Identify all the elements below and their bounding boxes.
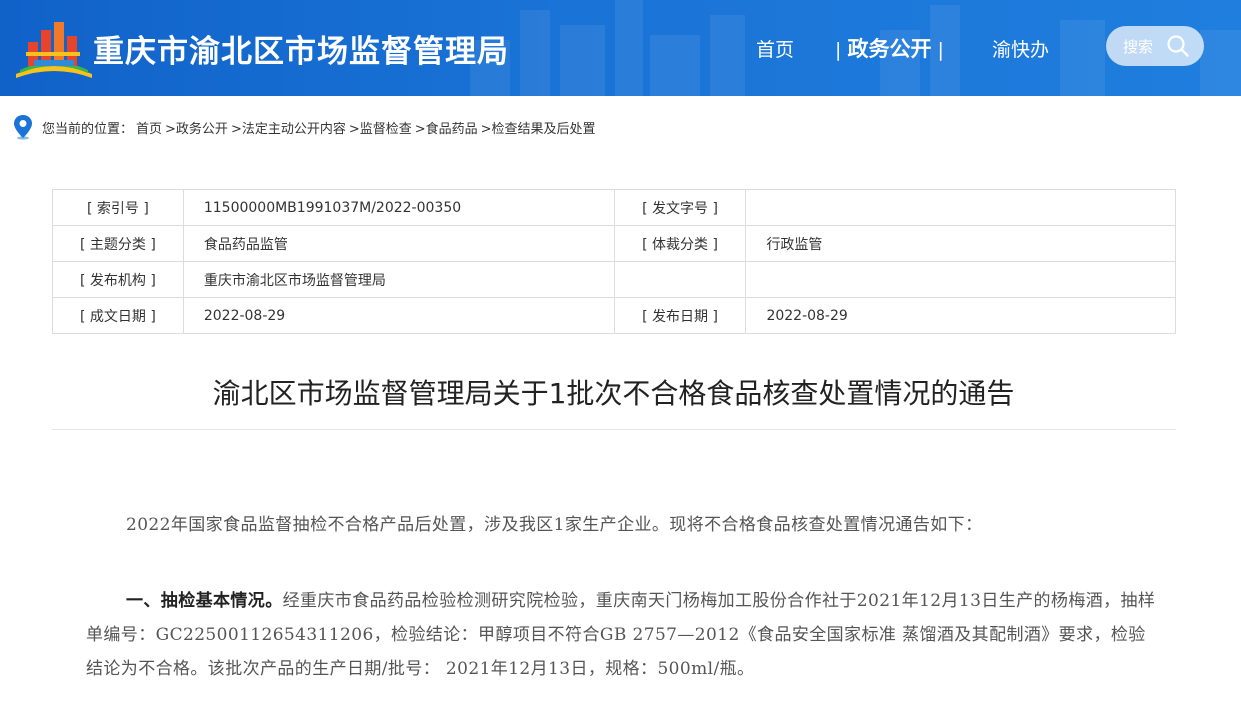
table-row: [ 索引号 ] 11500000MB1991037M/2022-00350 [ … xyxy=(52,189,1176,226)
section-heading: 一、抽检基本情况。 xyxy=(126,591,283,611)
meta-key: [ 体裁分类 ] xyxy=(613,225,747,262)
breadcrumb-gov-affairs[interactable]: >政务公开 xyxy=(165,118,228,137)
nav-home[interactable]: 首页 xyxy=(756,35,794,62)
meta-value: 2022-08-29 xyxy=(182,297,615,334)
breadcrumb-inspection[interactable]: >监督检查 xyxy=(349,118,412,137)
meta-value xyxy=(745,189,1176,226)
meta-key: [ 主题分类 ] xyxy=(52,225,184,262)
nav-gov-affairs-label: 政务公开 xyxy=(847,37,932,61)
breadcrumb-results[interactable]: >检查结果及后处置 xyxy=(481,118,596,137)
search-button[interactable]: 搜索 xyxy=(1106,26,1204,66)
bureau-logo[interactable] xyxy=(14,18,94,80)
meta-key xyxy=(613,261,747,298)
intro-text: 2022年国家食品监督抽检不合格产品后处置，涉及我区1家生产企业。现将不合格食品… xyxy=(126,515,983,535)
table-row: [ 成文日期 ] 2022-08-29 [ 发布日期 ] 2022-08-29 xyxy=(52,297,1176,334)
article-paragraph-intro: 2022年国家食品监督抽检不合格产品后处置，涉及我区1家生产企业。现将不合格食品… xyxy=(86,508,1156,542)
meta-value: 2022-08-29 xyxy=(745,297,1176,334)
article-title: 渝北区市场监督管理局关于1批次不合格食品核查处置情况的通告 xyxy=(212,377,1015,410)
meta-key: [ 成文日期 ] xyxy=(52,297,184,334)
nav-yukuaiban-label: 渝快办 xyxy=(992,38,1050,61)
document-meta-table: [ 索引号 ] 11500000MB1991037M/2022-00350 [ … xyxy=(52,189,1176,334)
title-divider xyxy=(52,429,1176,430)
meta-value: 食品药品监管 xyxy=(182,225,615,262)
meta-key: [ 发布日期 ] xyxy=(613,297,747,334)
breadcrumb-prefix: 您当前的位置： xyxy=(42,121,134,137)
breadcrumb-food-drug[interactable]: >食品药品 xyxy=(415,118,478,137)
breadcrumb: 您当前的位置： 首页 >政务公开 >法定主动公开内容 >监督检查 >食品药品 >… xyxy=(12,114,599,140)
table-row: [ 主题分类 ] 食品药品监管 [ 体裁分类 ] 行政监管 xyxy=(52,225,1176,262)
breadcrumb-home[interactable]: 首页 xyxy=(136,118,162,137)
site-header: 重庆市渝北区市场监督管理局 首页 | 政务公开 | 渝快办 搜索 xyxy=(0,0,1241,96)
meta-value: 重庆市渝北区市场监督管理局 xyxy=(182,261,615,298)
search-label: 搜索 xyxy=(1123,37,1154,56)
meta-value: 11500000MB1991037M/2022-00350 xyxy=(182,189,615,226)
meta-key: [ 发布机构 ] xyxy=(52,261,184,298)
nav-yukuaiban[interactable]: 渝快办 xyxy=(992,35,1049,62)
nav-home-label: 首页 xyxy=(756,38,795,61)
nav-gov-affairs[interactable]: | 政务公开 | xyxy=(835,33,944,63)
article-paragraph-sampling: 一、抽检基本情况。经重庆市食品药品检验检测研究院检验，重庆南天门杨梅加工股份合作… xyxy=(86,584,1156,686)
breadcrumb-statutory[interactable]: >法定主动公开内容 xyxy=(231,118,346,137)
table-row: [ 发布机构 ] 重庆市渝北区市场监督管理局 xyxy=(52,261,1176,298)
meta-value xyxy=(745,261,1176,298)
location-pin-icon xyxy=(14,115,32,140)
site-title[interactable]: 重庆市渝北区市场监督管理局 xyxy=(93,26,509,71)
meta-value: 行政监管 xyxy=(745,225,1176,262)
meta-key: [ 索引号 ] xyxy=(52,189,184,226)
meta-key: [ 发文字号 ] xyxy=(613,189,747,226)
search-icon xyxy=(1167,35,1189,57)
